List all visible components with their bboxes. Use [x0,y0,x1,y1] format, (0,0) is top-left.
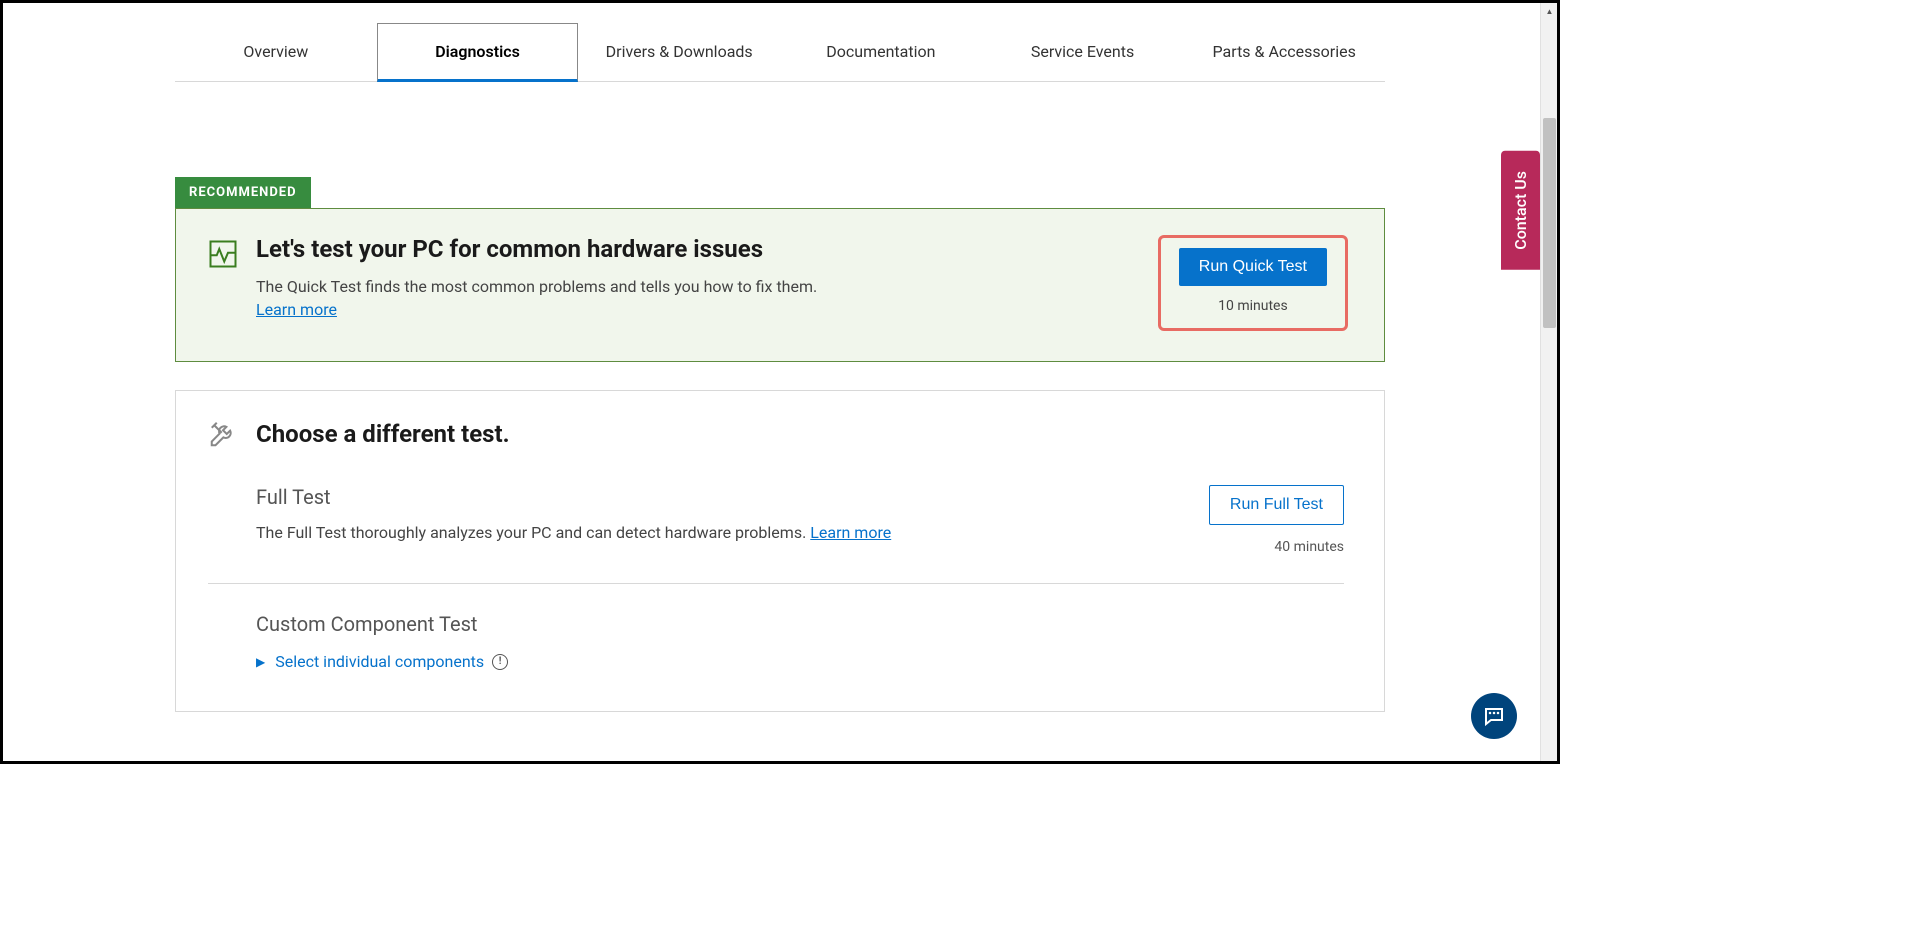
quick-test-duration: 10 minutes [1218,298,1288,314]
tab-service-events[interactable]: Service Events [982,23,1184,81]
choose-different-title: Choose a different test. [256,420,510,448]
select-components-link[interactable]: ▶ Select individual components ! [256,652,1344,671]
custom-test-name: Custom Component Test [256,612,1344,636]
scroll-up-arrow[interactable]: ▲ [1541,3,1558,20]
run-quick-test-button[interactable]: Run Quick Test [1179,248,1327,286]
quick-test-desc: The Quick Test finds the most common pro… [256,277,1138,296]
full-test-learn-more[interactable]: Learn more [810,523,891,542]
info-icon[interactable]: ! [492,654,508,670]
full-test-desc: The Full Test thoroughly analyzes your P… [256,523,1209,542]
caret-right-icon: ▶ [256,655,265,669]
tools-icon [208,419,238,449]
contact-us-tab[interactable]: Contact Us [1501,151,1540,270]
chat-button[interactable] [1471,693,1517,739]
nav-tabs: Overview Diagnostics Drivers & Downloads… [175,23,1385,82]
chat-icon [1482,704,1506,728]
tab-diagnostics[interactable]: Diagnostics [377,23,579,82]
custom-test-row: Custom Component Test ▶ Select individua… [208,612,1344,671]
full-test-row: Full Test The Full Test thoroughly analy… [208,485,1344,584]
tab-parts[interactable]: Parts & Accessories [1183,23,1385,81]
tab-overview[interactable]: Overview [175,23,377,81]
recommended-card: Let's test your PC for common hardware i… [175,208,1385,362]
tab-documentation[interactable]: Documentation [780,23,982,81]
scrollbar[interactable]: ▲ [1540,3,1557,761]
scrollbar-thumb[interactable] [1543,118,1556,328]
other-tests-card: Choose a different test. Full Test The F… [175,390,1385,712]
quick-test-title: Let's test your PC for common hardware i… [256,235,1138,263]
tab-drivers[interactable]: Drivers & Downloads [578,23,780,81]
quick-test-cta-highlight: Run Quick Test 10 minutes [1158,235,1348,331]
recommended-badge: RECOMMENDED [175,177,311,208]
activity-icon [208,239,238,269]
quick-test-learn-more[interactable]: Learn more [256,300,337,319]
full-test-duration: 40 minutes [1274,539,1344,555]
run-full-test-button[interactable]: Run Full Test [1209,485,1344,525]
full-test-name: Full Test [256,485,1209,509]
